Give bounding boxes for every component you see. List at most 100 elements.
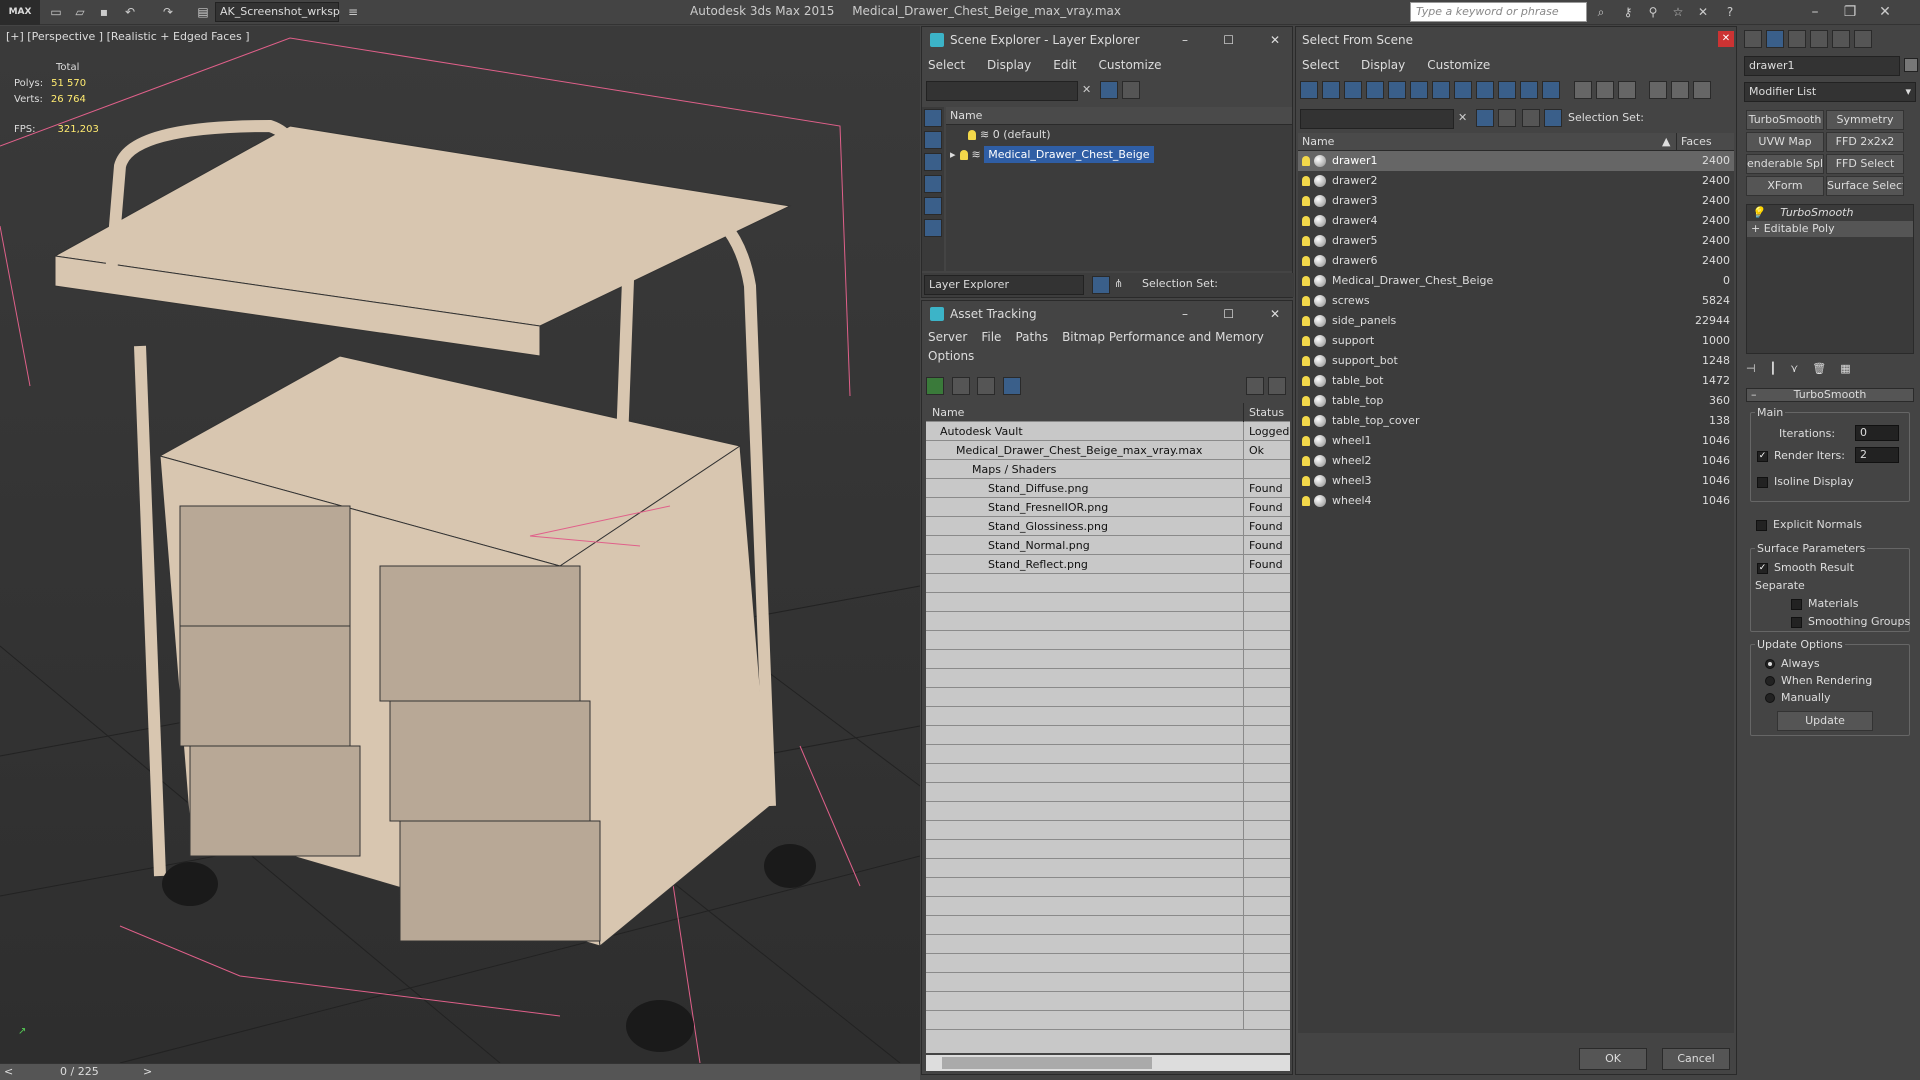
ffd-button[interactable]: FFD 2x2x2 bbox=[1826, 132, 1904, 152]
utilities-tab-icon[interactable] bbox=[1854, 30, 1872, 48]
renderable-spline-button[interactable]: enderable Splir bbox=[1746, 154, 1824, 174]
object-row[interactable]: support 1000 bbox=[1298, 331, 1734, 351]
object-row[interactable]: drawer4 2400 bbox=[1298, 211, 1734, 231]
lightbulb-icon[interactable] bbox=[1302, 176, 1310, 186]
time-slider[interactable]: < 0 / 225 > bbox=[0, 1063, 920, 1080]
clear-find-icon[interactable]: ✕ bbox=[1458, 111, 1467, 124]
tree-view-icon[interactable] bbox=[977, 377, 995, 395]
menu-select[interactable]: Select bbox=[928, 58, 965, 72]
update-when-rendering-option[interactable]: When Rendering bbox=[1765, 674, 1872, 687]
layer-tools-icon[interactable] bbox=[1122, 81, 1140, 99]
layer-tools-icon[interactable] bbox=[1498, 109, 1516, 127]
display-helpers-icon[interactable] bbox=[924, 219, 942, 237]
asset-row[interactable]: Stand_Glossiness.png Found bbox=[926, 517, 1290, 536]
object-row[interactable]: drawer6 2400 bbox=[1298, 251, 1734, 271]
menu-edit[interactable]: Edit bbox=[1053, 58, 1076, 72]
render-iters-option[interactable]: ✓ Render Iters: bbox=[1757, 449, 1845, 462]
show-end-result-icon[interactable]: ┃ bbox=[1770, 362, 1777, 375]
asset-row[interactable]: Medical_Drawer_Chest_Beige_max_vray.max O… bbox=[926, 441, 1290, 460]
update-button[interactable]: Update bbox=[1777, 711, 1873, 731]
object-row[interactable]: table_top 360 bbox=[1298, 391, 1734, 411]
cancel-button[interactable]: Cancel bbox=[1662, 1048, 1730, 1070]
filter-containers-icon[interactable] bbox=[1498, 81, 1516, 99]
star-icon[interactable]: ☆ bbox=[1670, 4, 1686, 20]
asset-row[interactable]: Stand_FresnelIOR.png Found bbox=[926, 498, 1290, 517]
workspace-dropdown[interactable]: AK_Screenshot_wrksp bbox=[215, 2, 340, 22]
object-row[interactable]: drawer1 2400 bbox=[1298, 151, 1734, 171]
layer-list-header[interactable]: Name bbox=[946, 107, 1292, 125]
object-row[interactable]: wheel3 1046 bbox=[1298, 471, 1734, 491]
filter-shapes-icon[interactable] bbox=[1322, 81, 1340, 99]
object-row[interactable]: wheel1 1046 bbox=[1298, 431, 1734, 451]
remove-modifier-icon[interactable]: 🗑 bbox=[1812, 362, 1826, 375]
exchange-icon[interactable]: ✕ bbox=[1695, 4, 1711, 20]
lightbulb-icon[interactable] bbox=[968, 130, 976, 140]
object-row[interactable]: Medical_Drawer_Chest_Beige 0 bbox=[1298, 271, 1734, 291]
isoline-checkbox[interactable] bbox=[1757, 476, 1768, 488]
table-view-icon[interactable] bbox=[1002, 377, 1021, 395]
scrollbar-thumb[interactable] bbox=[942, 1057, 1152, 1069]
lightbulb-icon[interactable] bbox=[1302, 436, 1310, 446]
open-file-icon[interactable]: ▱ bbox=[72, 4, 88, 20]
hierarchy-tab-icon[interactable] bbox=[1788, 30, 1806, 48]
lightbulb-icon[interactable] bbox=[1302, 496, 1310, 506]
lightbulb-icon[interactable] bbox=[1302, 236, 1310, 246]
filter-funnel-icon[interactable] bbox=[1649, 81, 1667, 99]
lightbulb-icon[interactable] bbox=[1302, 356, 1310, 366]
xform-button[interactable]: XForm bbox=[1746, 176, 1824, 196]
collapse-icon[interactable] bbox=[1693, 81, 1711, 99]
display-geometry-icon[interactable] bbox=[924, 131, 942, 149]
filter-frozen-icon[interactable] bbox=[1520, 81, 1538, 99]
layer-row[interactable]: ▸ ≋ Medical_Drawer_Chest_Beige bbox=[946, 145, 1292, 165]
object-row[interactable]: table_bot 1472 bbox=[1298, 371, 1734, 391]
perspective-viewport[interactable]: [+] [Perspective ] [Realistic + Edged Fa… bbox=[0, 26, 920, 1063]
project-icon[interactable]: ▤ bbox=[195, 4, 211, 20]
search-input[interactable]: Type a keyword or phrase bbox=[1410, 2, 1587, 22]
filter-helpers-icon[interactable] bbox=[1388, 81, 1406, 99]
filter-bones-icon[interactable] bbox=[1476, 81, 1494, 99]
explicit-normals-option[interactable]: Explicit Normals bbox=[1756, 518, 1862, 531]
lightbulb-icon[interactable] bbox=[1302, 256, 1310, 266]
layers-icon[interactable] bbox=[1522, 109, 1540, 127]
sort-up-icon[interactable]: ▲ bbox=[1662, 133, 1670, 151]
display-tab-icon[interactable] bbox=[1832, 30, 1850, 48]
menu-display[interactable]: Display bbox=[987, 58, 1031, 72]
symmetry-button[interactable]: Symmetry bbox=[1826, 110, 1904, 130]
key-icon[interactable]: ⚷ bbox=[1620, 4, 1636, 20]
layer-row[interactable]: ≋ 0 (default) bbox=[946, 125, 1292, 145]
filter-icon[interactable] bbox=[1100, 81, 1118, 99]
object-name-field[interactable]: drawer1 bbox=[1744, 56, 1900, 76]
display-none-icon[interactable] bbox=[924, 109, 942, 127]
modifier-list-dropdown[interactable]: Modifier List ▾ bbox=[1744, 82, 1916, 102]
maximize-icon[interactable]: ☐ bbox=[1223, 27, 1234, 53]
minimize-icon[interactable]: – bbox=[1182, 301, 1188, 327]
object-row[interactable]: support_bot 1248 bbox=[1298, 351, 1734, 371]
stack-item[interactable]: + Editable Poly bbox=[1747, 221, 1913, 237]
menu-options[interactable]: Options bbox=[928, 349, 974, 363]
asset-row[interactable]: Stand_Reflect.png Found bbox=[926, 555, 1290, 574]
lightbulb-icon[interactable] bbox=[1302, 216, 1310, 226]
redo-icon[interactable]: ↷ bbox=[160, 4, 176, 20]
lightbulb-icon[interactable]: 💡 bbox=[1751, 206, 1765, 219]
display-shapes-icon[interactable] bbox=[924, 153, 942, 171]
ffd-select-button[interactable]: FFD Select bbox=[1826, 154, 1904, 174]
clear-find-icon[interactable]: ✕ bbox=[1082, 83, 1091, 96]
lightbulb-icon[interactable] bbox=[1302, 456, 1310, 466]
lightbulb-icon[interactable] bbox=[1302, 296, 1310, 306]
materials-checkbox[interactable] bbox=[1791, 598, 1802, 610]
layer-explorer-icon[interactable] bbox=[1092, 276, 1110, 294]
explicit-normals-checkbox[interactable] bbox=[1756, 519, 1767, 531]
object-row[interactable]: table_top_cover 138 bbox=[1298, 411, 1734, 431]
smooth-result-option[interactable]: ✓ Smooth Result bbox=[1757, 561, 1854, 574]
hierarchy-icon[interactable]: ⋔ bbox=[1114, 277, 1123, 290]
close-button[interactable]: ✕ bbox=[1870, 2, 1900, 22]
smooth-result-checkbox[interactable]: ✓ bbox=[1757, 562, 1768, 574]
update-always-option[interactable]: Always bbox=[1765, 657, 1820, 670]
undo-icon[interactable]: ↶ bbox=[122, 4, 138, 20]
filter-lights-icon[interactable] bbox=[1344, 81, 1362, 99]
iterations-spinner[interactable]: 0 bbox=[1855, 425, 1899, 441]
lightbulb-icon[interactable] bbox=[1302, 196, 1310, 206]
expand-icon[interactable]: + bbox=[1751, 222, 1760, 235]
display-lights-icon[interactable] bbox=[924, 175, 942, 193]
minimize-icon[interactable]: – bbox=[1182, 27, 1188, 53]
